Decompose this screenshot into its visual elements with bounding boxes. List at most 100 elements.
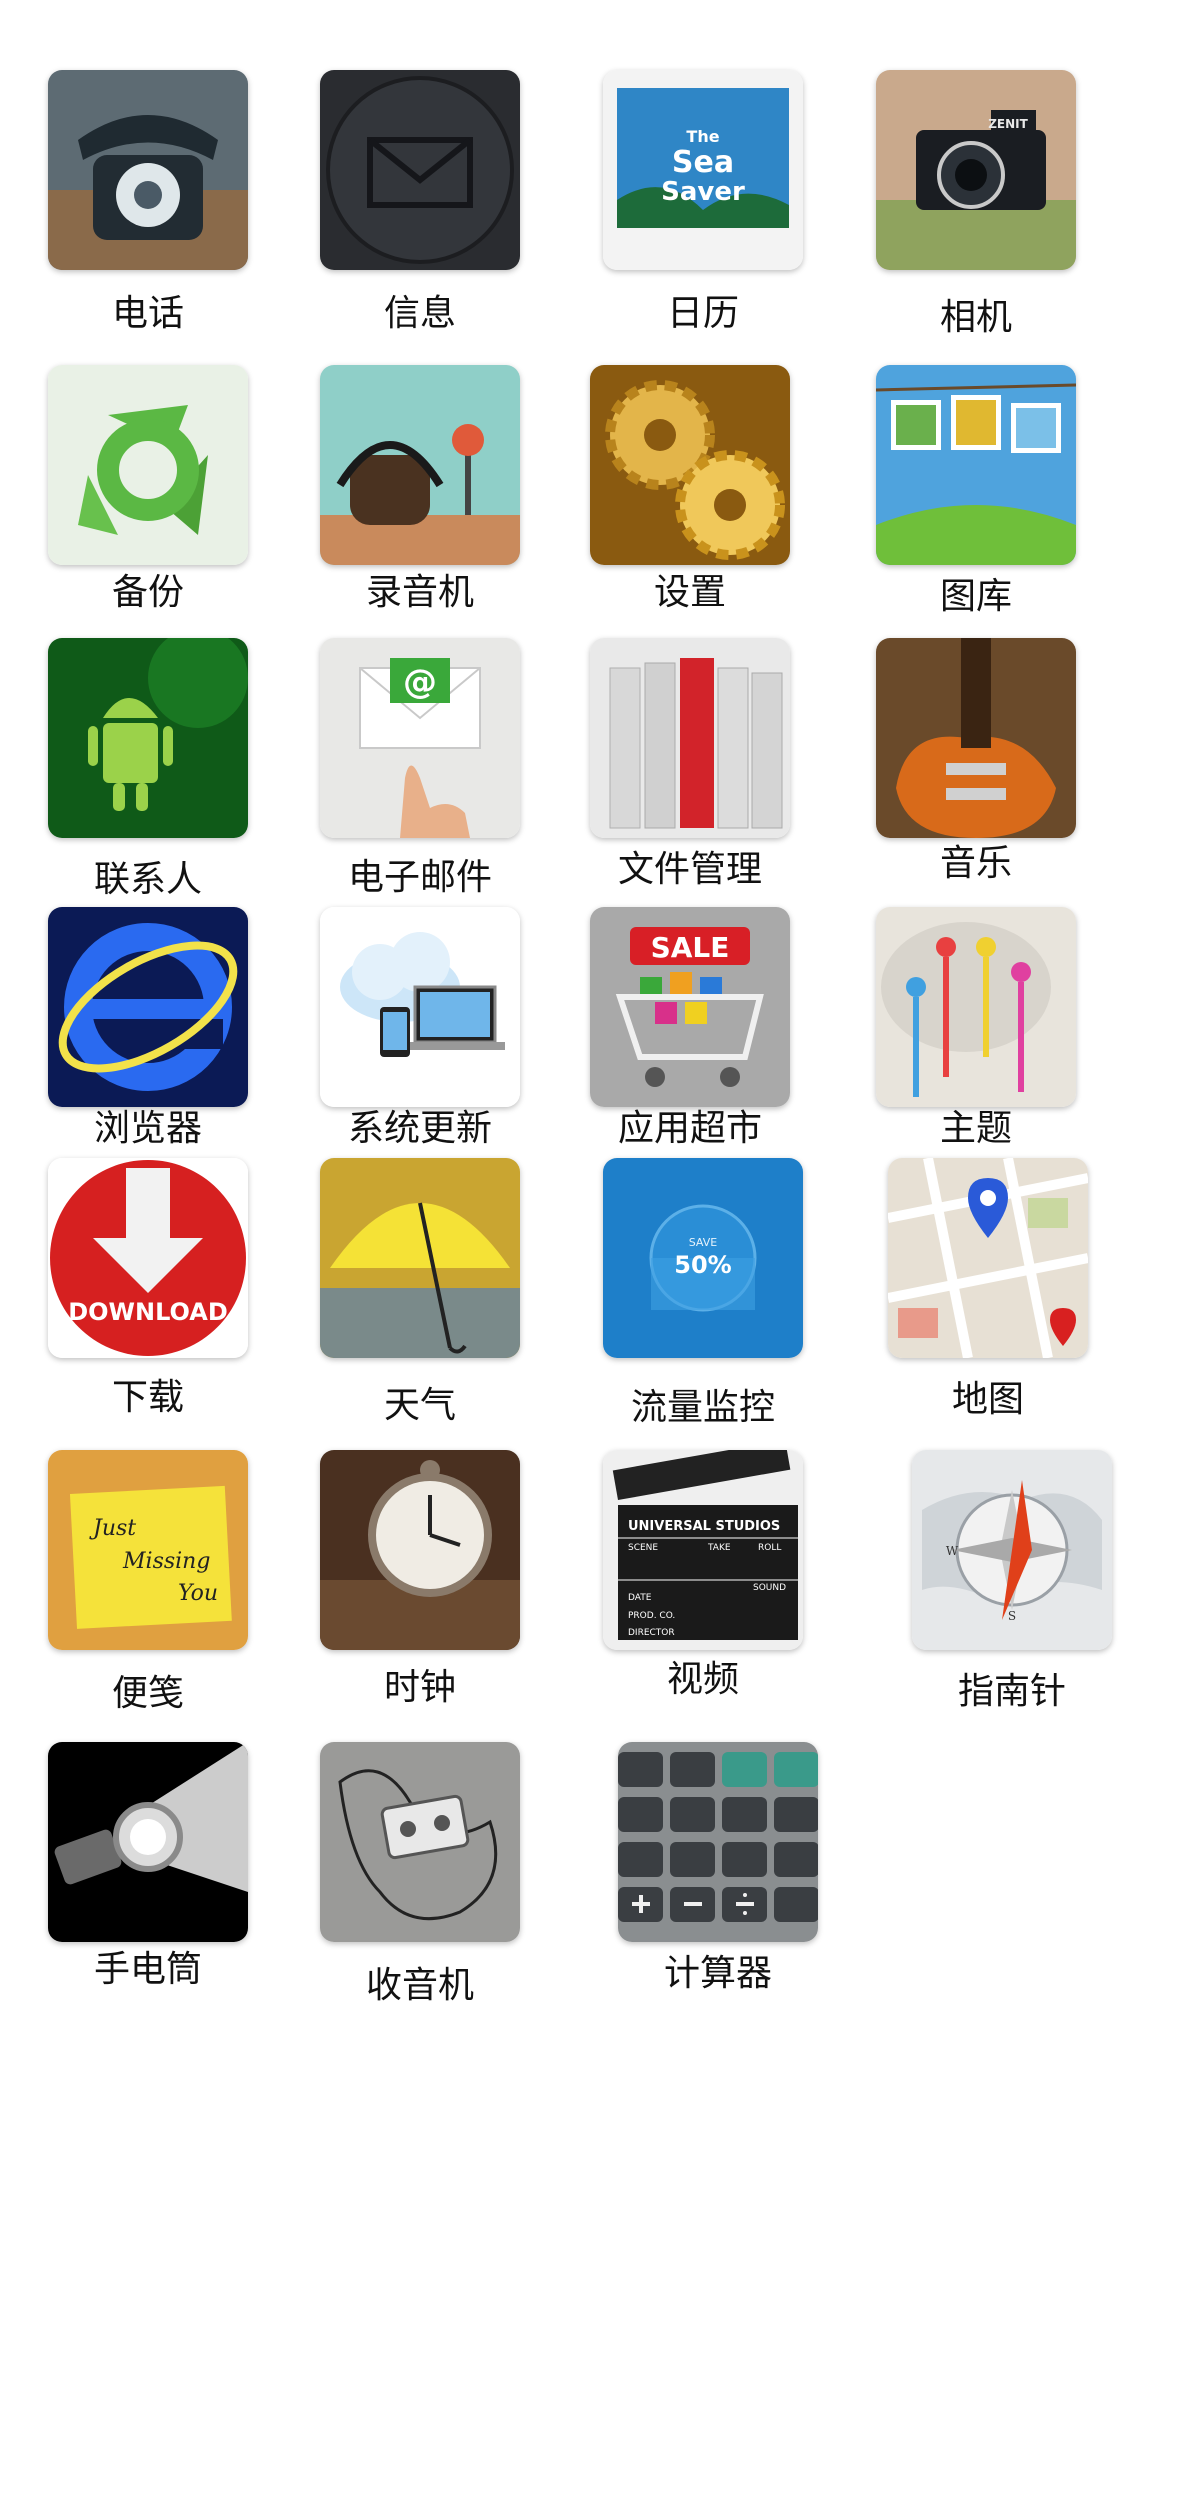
- guitar-icon: [876, 638, 1076, 838]
- app-label: 收音机: [365, 1965, 474, 2006]
- app-gallery[interactable]: 图库: [876, 365, 1076, 655]
- clapper-sound-text: SOUND: [753, 1583, 786, 1593]
- app-messages[interactable]: 信息: [320, 70, 520, 360]
- photos-icon: [876, 365, 1076, 565]
- sticky-note-icon: Just Missing You: [48, 1450, 248, 1650]
- envelope-icon: [320, 70, 520, 270]
- app-label: 手电筒: [93, 1949, 202, 1990]
- app-phone[interactable]: 电话: [48, 70, 248, 360]
- app-label: 系统更新: [347, 1108, 492, 1149]
- app-label: 浏览器: [93, 1108, 202, 1149]
- data-gauge-icon: SAVE 50%: [603, 1158, 803, 1358]
- download-text: DOWNLOAD: [68, 1298, 228, 1326]
- app-label: 时钟: [383, 1667, 456, 1708]
- app-label: 日历: [666, 293, 739, 334]
- email-touch-icon: @: [320, 638, 520, 838]
- note-text-missing: Missing: [122, 1549, 210, 1574]
- recycle-arrows-icon: [48, 365, 248, 565]
- app-label: 电子邮件: [347, 857, 492, 898]
- android-icon: [48, 638, 248, 838]
- app-label: 主题: [939, 1108, 1012, 1149]
- app-camera[interactable]: ZENIT 相机: [876, 70, 1076, 360]
- cassette-tape-icon: [320, 1742, 520, 1942]
- rotary-phone-icon: [48, 70, 248, 270]
- clapper-studio-text: UNIVERSAL STUDIOS: [628, 1519, 780, 1534]
- app-label: 流量监控: [630, 1387, 775, 1428]
- calendar-text-sea: Sea: [672, 145, 734, 180]
- app-label: 下载: [111, 1377, 184, 1418]
- app-calculator[interactable]: 计算器: [618, 1742, 818, 2032]
- app-recorder[interactable]: 录音机: [320, 365, 520, 655]
- download-icon: DOWNLOAD: [48, 1158, 248, 1358]
- app-email[interactable]: @ 电子邮件: [320, 638, 520, 928]
- app-download[interactable]: DOWNLOAD 下载: [48, 1158, 248, 1448]
- app-system-update[interactable]: 系统更新: [320, 907, 520, 1197]
- umbrella-icon: [320, 1158, 520, 1358]
- app-compass[interactable]: W S 指南针: [912, 1450, 1112, 1740]
- note-text-you: You: [178, 1581, 218, 1606]
- app-video[interactable]: UNIVERSAL STUDIOS SCENE TAKE ROLL SOUND …: [603, 1450, 803, 1740]
- app-label: 天气: [383, 1385, 456, 1426]
- calculator-icon: [618, 1742, 818, 1942]
- app-label: 备份: [111, 572, 184, 613]
- pocket-watch-icon: [320, 1450, 520, 1650]
- gauge-save-text: SAVE: [689, 1236, 718, 1249]
- clapper-take-text: TAKE: [707, 1543, 731, 1553]
- app-file-manager[interactable]: 文件管理: [590, 638, 790, 928]
- app-map[interactable]: 地图: [888, 1158, 1088, 1448]
- flashlight-icon: [48, 1742, 248, 1942]
- note-text-just: Just: [89, 1516, 136, 1541]
- clapperboard-icon: UNIVERSAL STUDIOS SCENE TAKE ROLL SOUND …: [603, 1450, 803, 1650]
- app-label: 应用超市: [617, 1108, 762, 1149]
- app-label: 录音机: [365, 572, 474, 613]
- app-label: 视频: [666, 1659, 739, 1700]
- clapper-scene-text: SCENE: [628, 1543, 658, 1553]
- app-notes[interactable]: Just Missing You 便笺: [48, 1450, 248, 1740]
- app-label: 信息: [383, 293, 456, 334]
- app-label: 设置: [653, 572, 726, 613]
- shopping-cart-icon: SALE: [590, 907, 790, 1107]
- app-label: 指南针: [957, 1671, 1066, 1712]
- clapper-director-text: DIRECTOR: [628, 1628, 675, 1638]
- headphones-radio-icon: [320, 365, 520, 565]
- camera-brand-text: ZENIT: [988, 117, 1028, 131]
- app-backup[interactable]: 备份: [48, 365, 248, 655]
- app-calendar[interactable]: The Sea Saver 日历: [603, 70, 803, 360]
- app-label: 联系人: [93, 859, 202, 900]
- app-label: 音乐: [939, 843, 1012, 884]
- gauge-percent-text: 50%: [674, 1251, 731, 1279]
- app-settings[interactable]: 设置: [590, 365, 790, 655]
- compass-west-text: W: [946, 1544, 959, 1558]
- clapper-roll-text: ROLL: [758, 1543, 781, 1553]
- calendar-text-saver: Saver: [661, 177, 745, 207]
- email-at-text: @: [403, 662, 437, 702]
- app-clock[interactable]: 时钟: [320, 1450, 520, 1740]
- app-contacts[interactable]: 联系人: [48, 638, 248, 928]
- app-music[interactable]: 音乐: [876, 638, 1076, 928]
- compass-south-text: S: [1008, 1609, 1016, 1623]
- app-radio[interactable]: 收音机: [320, 1742, 520, 2032]
- app-flashlight[interactable]: 手电筒: [48, 1742, 248, 2032]
- app-data-monitor[interactable]: SAVE 50% 流量监控: [603, 1158, 803, 1448]
- clapper-prodco-text: PROD. CO.: [628, 1611, 675, 1621]
- calendar-icon: The Sea Saver: [603, 70, 803, 270]
- compass-icon: W S: [912, 1450, 1112, 1650]
- app-theme[interactable]: 主题: [876, 907, 1076, 1197]
- ie-browser-icon: [48, 907, 248, 1107]
- app-label: 图库: [939, 576, 1012, 617]
- app-browser[interactable]: 浏览器: [48, 907, 248, 1197]
- calendar-text-the: The: [686, 127, 719, 146]
- camera-icon: ZENIT: [876, 70, 1076, 270]
- clapper-date-text: DATE: [628, 1593, 652, 1603]
- app-market[interactable]: SALE 应用超市: [590, 907, 790, 1197]
- binders-icon: [590, 638, 790, 838]
- app-weather[interactable]: 天气: [320, 1158, 520, 1448]
- app-label: 便笺: [111, 1673, 184, 1714]
- cloud-devices-icon: [320, 907, 520, 1107]
- paint-palette-icon: [876, 907, 1076, 1107]
- gears-icon: [590, 365, 790, 565]
- sale-text: SALE: [651, 931, 730, 964]
- app-label: 电话: [111, 293, 184, 334]
- map-pin-icon: [888, 1158, 1088, 1358]
- app-label: 地图: [951, 1379, 1024, 1420]
